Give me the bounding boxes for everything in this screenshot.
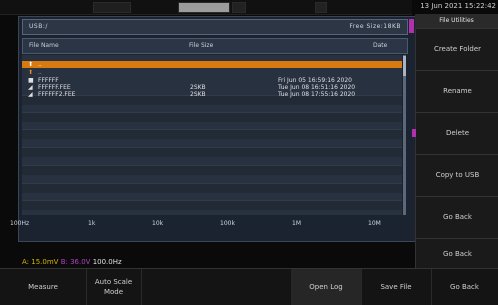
go-back-button[interactable]: Go Back: [416, 238, 498, 269]
softkey-empty: [141, 269, 292, 305]
side-menu: Create Folder Rename Delete Copy to USB …: [412, 14, 498, 269]
status-b: B: 36.0V: [60, 258, 91, 266]
list-item[interactable]: ◢ FFFFFF.FEE 2SKB Tue Jun 08 16:51:16 20…: [22, 84, 402, 91]
list-item[interactable]: ⬆ ..: [22, 61, 402, 68]
status-c: 100.0Hz: [92, 258, 122, 266]
pink-notch-icon: [412, 129, 416, 137]
list-band: [22, 129, 402, 139]
create-folder-button[interactable]: Create Folder: [416, 28, 498, 69]
copy-to-usb-button[interactable]: Copy to USB: [416, 154, 498, 195]
softkey-measure[interactable]: Measure: [0, 269, 87, 305]
list-band: [22, 165, 402, 175]
measurement-status: A: 15.0mV B: 36.0V 100.0Hz: [22, 258, 122, 266]
list-band: [22, 200, 402, 210]
rename-button[interactable]: Rename: [416, 70, 498, 111]
file-list: ⬆ .. ⬆ .. ■ FFFFFF Fri Jun 05 16:59:16 2…: [22, 55, 402, 215]
list-item[interactable]: ◢ FFFFFF2.FEE 2SKB Tue Jun 08 17:55:16 2…: [22, 91, 402, 98]
column-header-size[interactable]: File Size: [189, 42, 213, 49]
file-icon: ◢: [28, 91, 33, 98]
softkey-open-log[interactable]: Open Log: [291, 269, 362, 305]
scrollbar[interactable]: [403, 55, 406, 215]
frequency-scale: 100Hz 1k 10k 100k 1M 10M: [10, 220, 381, 227]
path-bar: USB:/ Free Size:18KB: [22, 19, 408, 35]
scrollbar-thumb[interactable]: [403, 56, 406, 76]
column-header-name[interactable]: File Name: [29, 42, 59, 49]
list-item[interactable]: ⬆ ..: [22, 69, 402, 76]
pink-tab-icon: [409, 19, 414, 33]
softkey-auto-scale[interactable]: Auto Scale Mode: [86, 269, 142, 305]
acquire-indicator: [315, 2, 327, 13]
current-path: USB:/: [29, 23, 48, 30]
channel-1-indicator: [93, 2, 131, 13]
column-header-date[interactable]: Date: [373, 42, 387, 49]
column-headers: File Name File Size Date: [22, 38, 408, 54]
delete-button[interactable]: Delete: [412, 112, 498, 153]
free-space-text: Free Size:18KB: [349, 23, 401, 30]
list-band: [22, 183, 402, 193]
go-back-button[interactable]: Go Back: [416, 196, 498, 237]
channel-2-indicator: [178, 2, 230, 13]
side-menu-title: File Utilities: [415, 14, 498, 28]
file-icon: ◢: [28, 84, 33, 91]
list-band: [22, 112, 402, 122]
up-arrow-icon: ⬆: [28, 69, 34, 76]
softkey-bar: Measure Auto Scale Mode Open Log Save Fi…: [0, 268, 498, 305]
softkey-go-back[interactable]: Go Back: [431, 269, 498, 305]
folder-icon: ■: [28, 77, 34, 84]
softkey-save-file[interactable]: Save File: [361, 269, 432, 305]
clock-text: 13 Jun 2021 15:22:42: [420, 2, 496, 10]
trigger-indicator: [232, 2, 246, 13]
list-band: [22, 147, 402, 157]
status-a: A: 15.0mV: [22, 258, 59, 266]
list-item[interactable]: ■ FFFFFF Fri Jun 05 16:59:16 2020: [22, 77, 402, 84]
up-arrow-icon: ⬆: [28, 61, 34, 68]
